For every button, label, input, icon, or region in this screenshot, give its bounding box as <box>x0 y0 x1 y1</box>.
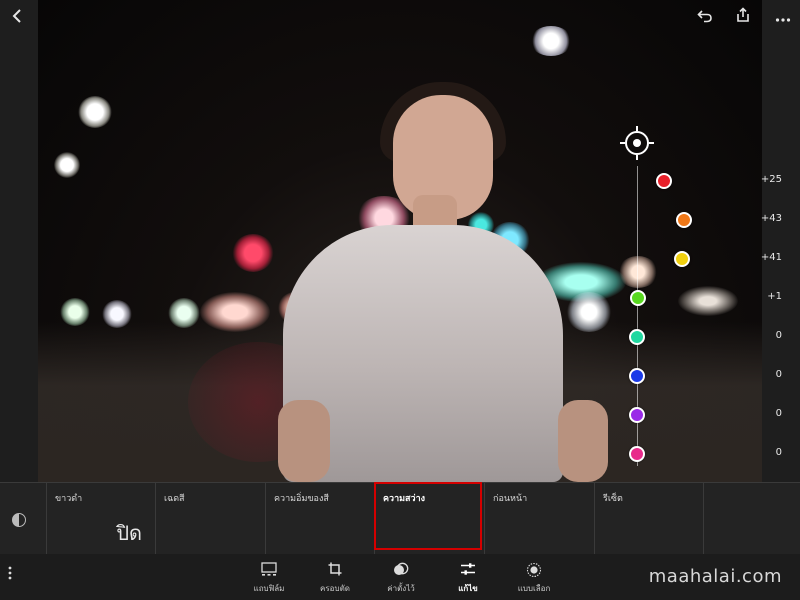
bokeh <box>54 152 80 178</box>
slider-handle-magenta[interactable] <box>629 446 645 462</box>
tab-label: ความอิ่มของสี <box>274 494 329 504</box>
slider-handle-yellow[interactable] <box>674 251 690 267</box>
slider-value-yellow: +41 <box>760 252 782 263</box>
toolbar-label: แถบฟิล์ม <box>253 584 285 593</box>
photo-editor-app: +25 +43 +41 +1 0 0 0 0 ขาวดำ ปิด เฉดสี ความอิ่ม… <box>0 0 800 600</box>
photo-subject-arm <box>558 400 608 482</box>
toolbar-selective[interactable]: แบบเลือก <box>504 562 564 595</box>
slider-handle-blue[interactable] <box>629 368 645 384</box>
bokeh <box>200 292 270 332</box>
slider-value-orange: +43 <box>760 213 782 224</box>
selective-icon <box>504 562 564 580</box>
more-vertical-icon[interactable] <box>8 566 16 583</box>
tab-empty <box>703 483 800 555</box>
slider-value-green: +1 <box>767 291 782 302</box>
bokeh <box>168 298 200 328</box>
tab-saturation[interactable]: ความอิ่มของสี <box>265 483 375 555</box>
toolbar-label: ค่าตั้งไว้ <box>387 584 415 593</box>
slider-handle-green[interactable] <box>630 290 646 306</box>
bokeh <box>60 298 90 326</box>
tab-label: รีเซ็ต <box>603 494 623 504</box>
undo-button[interactable] <box>694 8 716 30</box>
slider-value-purple: 0 <box>775 408 782 419</box>
tab-label: เฉดสี <box>164 494 185 504</box>
undo-icon <box>697 10 712 23</box>
bokeh <box>618 256 658 288</box>
more-horizontal-icon <box>775 18 791 22</box>
selection-highlight <box>374 482 482 550</box>
watermark-text: maahalai.com <box>648 566 782 587</box>
filmstrip-icon <box>239 562 299 580</box>
crop-icon <box>305 562 365 580</box>
tab-hue[interactable]: เฉดสี <box>155 483 265 555</box>
slider-value-blue: 0 <box>775 369 782 380</box>
toolbar-filmstrip[interactable]: แถบฟิล์ม <box>239 562 299 595</box>
target-tick <box>649 142 654 144</box>
sliders-icon <box>438 562 498 580</box>
photo-canvas[interactable] <box>38 0 762 482</box>
toolbar-presets[interactable]: ค่าตั้งไว้ <box>371 562 431 595</box>
bw-toggle-icon[interactable] <box>12 513 26 527</box>
share-button[interactable] <box>732 7 754 29</box>
slider-handle-purple[interactable] <box>629 407 645 423</box>
target-tick <box>636 155 638 160</box>
slider-handle-orange[interactable] <box>676 212 692 228</box>
toolbar-label: แก้ไข <box>458 584 478 593</box>
bottom-toolbar: แถบฟิล์ม ครอบตัด ค่าตั้งไว้ แก้ไข แบบเลื… <box>0 554 800 600</box>
slider-value-red: +25 <box>760 174 782 185</box>
target-tick <box>620 142 625 144</box>
tab-reset[interactable]: รีเซ็ต <box>594 483 704 555</box>
slider-value-aqua: 0 <box>775 330 782 341</box>
bokeh <box>102 300 132 328</box>
bw-value: ปิด <box>116 521 142 545</box>
chevron-left-icon <box>12 9 21 23</box>
slider-value-magenta: 0 <box>775 447 782 458</box>
share-icon <box>737 7 749 22</box>
toolbar-label: แบบเลือก <box>517 584 551 593</box>
targeted-adjustment-icon[interactable] <box>625 131 649 155</box>
toolbar-edit[interactable]: แก้ไข <box>438 562 498 595</box>
bokeh <box>232 234 274 272</box>
photo-subject-arm <box>278 400 330 482</box>
slider-handle-aqua[interactable] <box>629 329 645 345</box>
bokeh <box>530 26 572 56</box>
tab-label: ก่อนหน้า <box>493 494 528 504</box>
bokeh <box>566 292 612 332</box>
back-button[interactable] <box>6 8 28 30</box>
slider-handle-red[interactable] <box>656 173 672 189</box>
target-tick <box>636 126 638 131</box>
toolbar-crop[interactable]: ครอบตัด <box>305 562 365 595</box>
bokeh <box>678 286 738 316</box>
toolbar-label: ครอบตัด <box>320 584 350 593</box>
tab-label: ขาวดำ <box>55 494 83 504</box>
tab-previous[interactable]: ก่อนหน้า <box>484 483 594 555</box>
tab-bw[interactable]: ขาวดำ ปิด <box>46 483 154 555</box>
bokeh <box>78 96 112 128</box>
presets-icon <box>371 562 431 580</box>
more-button[interactable] <box>772 8 794 30</box>
